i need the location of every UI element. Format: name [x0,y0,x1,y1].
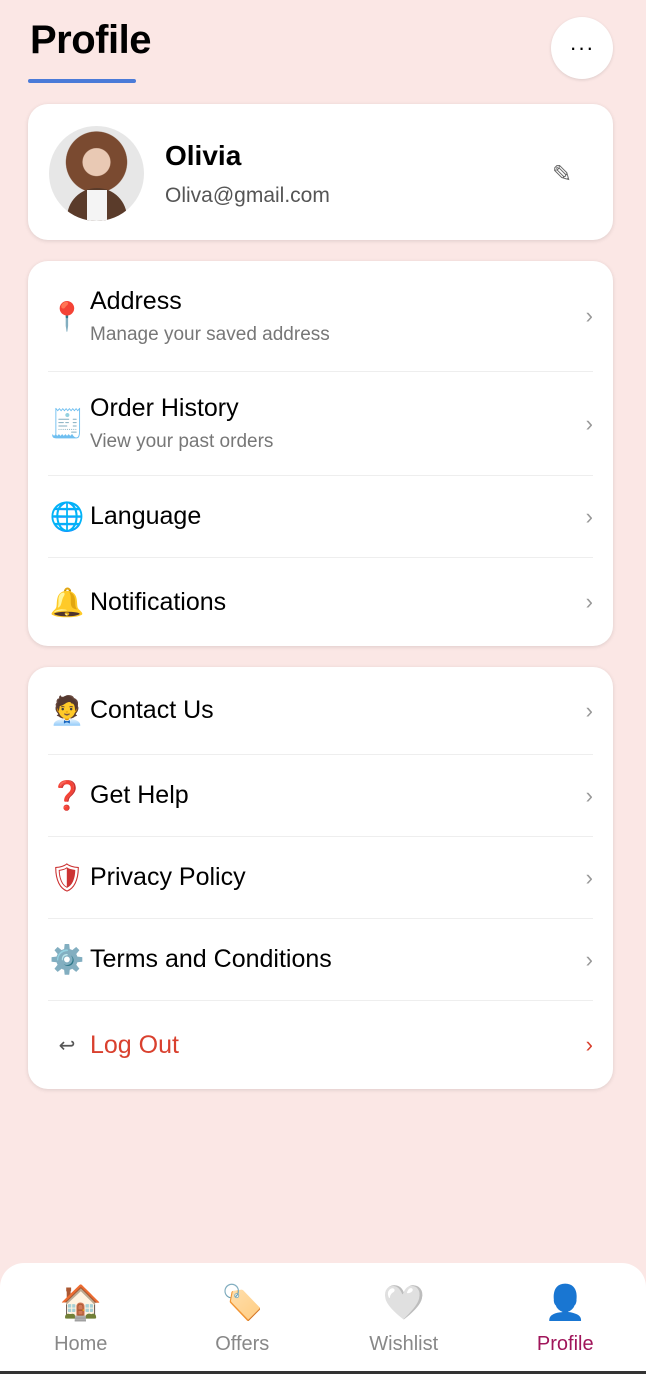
menu-item-label: Privacy Policy [90,863,246,891]
globe-icon: 🌐 [49,501,85,532]
chevron-right-icon: › [585,303,593,328]
chevron-right-icon: › [585,503,593,529]
user-icon: 👤 [544,1284,587,1322]
menu-item-address[interactable]: 📍 Address Manage your saved address › [48,261,593,372]
gear-icon: ⚙️ [49,944,85,975]
tab-wishlist[interactable]: 🤍 Wishlist [323,1263,485,1371]
location-pin-icon: 📍 [49,300,85,332]
menu-item-language[interactable]: 🌐 Language › [48,476,593,558]
user-email: Oliva@gmail.com [165,184,330,207]
question-icon: ❓ [49,780,85,811]
tab-profile[interactable]: 👤 Profile [485,1263,646,1371]
menu-item-label: Order History [90,394,239,422]
user-name: Olivia [165,140,242,171]
home-icon: 🏠 [59,1284,102,1322]
chevron-right-icon: › [585,1032,593,1057]
more-options-button[interactable]: ··· [551,17,613,79]
title-underline [28,79,136,83]
menu-item-label: Notifications [90,587,227,616]
chevron-right-icon: › [585,864,593,890]
logout-button[interactable]: ↩ Log Out › [48,1001,593,1089]
tab-label: Home [54,1333,108,1355]
chevron-right-icon: › [585,782,593,808]
bottom-nav: 🏠 Home 🏷️ Offers 🤍 Wishlist 👤 Profile [0,1263,646,1371]
shield-icon: 🛡 [49,862,85,893]
bell-icon: 🔔 [49,586,85,618]
menu-item-label: Language [90,502,202,530]
tab-label: Profile [536,1333,594,1355]
chevron-right-icon: › [585,946,593,972]
menu-item-label: Terms and Conditions [90,945,332,973]
edit-profile-icon[interactable]: ✎ [552,160,572,189]
tab-label: Wishlist [369,1333,439,1355]
chevron-right-icon: › [585,697,593,723]
menu-item-label: Get Help [90,781,189,809]
menu-item-contact-us[interactable]: 🧑‍💼 Contact Us › [48,667,593,755]
menu-item-terms[interactable]: ⚙️ Terms and Conditions › [48,919,593,1001]
avatar [49,126,144,221]
menu-item-privacy-policy[interactable]: 🛡 Privacy Policy › [48,837,593,919]
heart-icon: 🤍 [382,1284,425,1322]
menu-item-subtitle: Manage your saved address [90,323,330,345]
menu-item-label: Log Out [90,1030,179,1059]
page-title: Profile [30,18,151,62]
more-horizontal-icon: ··· [569,35,595,60]
logout-arrow-icon: ↩ [58,1034,76,1057]
tab-home[interactable]: 🏠 Home [0,1263,162,1371]
tab-label: Offers [215,1333,270,1355]
menu-item-order-history[interactable]: 🧾 Order History View your past orders › [48,372,593,476]
receipt-icon: 🧾 [49,408,85,439]
menu-item-subtitle: View your past orders [90,431,274,452]
support-person-icon: 🧑‍💼 [49,695,85,726]
tab-offers[interactable]: 🏷️ Offers [162,1263,324,1371]
profile-card: Olivia Oliva@gmail.com ✎ [28,104,613,240]
menu-item-label: Address [90,286,182,315]
menu-item-label: Contact Us [90,696,214,724]
menu-item-get-help[interactable]: ❓ Get Help › [48,755,593,837]
chevron-right-icon: › [585,410,593,436]
tag-icon: 🏷️ [221,1284,264,1322]
chevron-right-icon: › [585,589,593,614]
support-menu-card: 🧑‍💼 Contact Us › ❓ Get Help › 🛡 Privacy … [28,667,613,1089]
account-menu-card: 📍 Address Manage your saved address › 🧾 O… [28,261,613,646]
menu-item-notifications[interactable]: 🔔 Notifications › [48,558,593,646]
